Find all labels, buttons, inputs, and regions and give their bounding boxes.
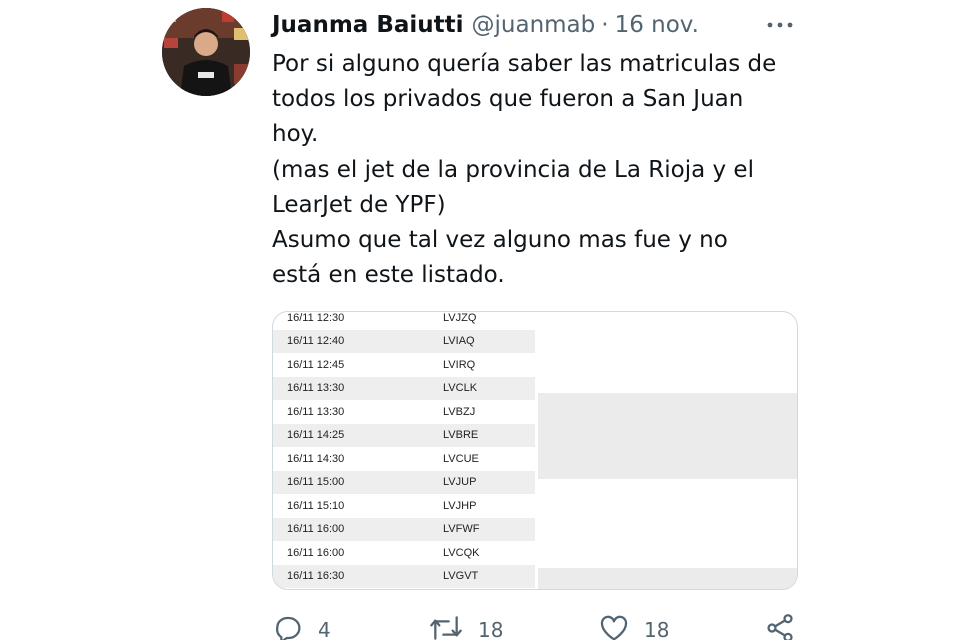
table-row: 16/11 16:00 LVFWF (273, 517, 535, 541)
row-time: 16/11 15:00 (287, 476, 345, 489)
retweet-count: 18 (478, 618, 504, 640)
tweet-media-image[interactable]: 16/11 12:30 LVJZQ 16/11 12:40 LVIAQ 16/11 12… (272, 311, 798, 590)
table-row: 16/11 16:00 LVCQK (273, 541, 535, 565)
reply-button[interactable]: 4 (272, 612, 331, 640)
row-time: 16/11 12:45 (287, 358, 345, 371)
row-plate: LVJZQ (443, 311, 477, 324)
like-count: 18 (644, 618, 670, 640)
row-plate: LVCQK (443, 546, 480, 559)
heart-icon (598, 612, 630, 640)
table-row: 16/11 15:00 LVJUP (273, 470, 535, 494)
row-plate: LVFWF (443, 523, 480, 536)
reply-icon (272, 612, 304, 640)
row-time: 16/11 16:30 (287, 570, 345, 583)
table-row: 16/11 12:30 LVJZQ (273, 311, 535, 330)
more-icon[interactable] (760, 10, 800, 40)
row-time: 16/11 12:40 (287, 335, 345, 348)
row-time: 16/11 13:30 (287, 405, 345, 418)
avatar[interactable] (162, 8, 250, 96)
tweet-actions: 4 18 18 (272, 612, 812, 640)
table-row: 16/11 16:30 LVGVT (273, 564, 535, 588)
row-plate: LVGVT (443, 570, 479, 583)
table-row: 16/11 12:40 LVIAQ (273, 329, 535, 353)
plate-table: 16/11 12:30 LVJZQ 16/11 12:40 LVIAQ 16/11 12… (273, 311, 535, 588)
separator-dot: · (601, 12, 609, 38)
tweet-text: Por si alguno quería saber las matricula… (272, 51, 777, 289)
table-row: 16/11 15:10 LVJHP (273, 494, 535, 518)
row-plate: LVCLK (443, 382, 478, 395)
tweet-header: Juanma Baiutti @juanmab · 16 nov. (272, 8, 699, 42)
share-button[interactable] (764, 612, 796, 640)
row-time: 16/11 16:00 (287, 523, 345, 536)
row-plate: LVJUP (443, 476, 477, 489)
row-time: 16/11 14:25 (287, 429, 345, 442)
table-row: 16/11 12:45 LVIRQ (273, 353, 535, 377)
share-icon (764, 612, 796, 640)
row-time: 16/11 14:30 (287, 452, 345, 465)
row-plate: LVIAQ (443, 335, 475, 348)
table-row: 16/11 13:30 LVCLK (273, 376, 535, 400)
row-time: 16/11 13:30 (287, 382, 345, 395)
row-plate: LVBRE (443, 429, 479, 442)
like-button[interactable]: 18 (598, 612, 669, 640)
row-time: 16/11 15:10 (287, 499, 345, 512)
row-plate: LVCUE (443, 452, 479, 465)
image-side-block (538, 568, 797, 589)
retweet-button[interactable]: 18 (428, 612, 503, 640)
reply-count: 4 (318, 618, 331, 640)
table-row: 16/11 14:30 LVCUE (273, 447, 535, 471)
row-time: 16/11 16:00 (287, 546, 345, 559)
row-plate: LVIRQ (443, 358, 476, 371)
table-row: 16/11 13:30 LVBZJ (273, 400, 535, 424)
author-handle[interactable]: @juanmab (472, 12, 596, 38)
row-plate: LVBZJ (443, 405, 476, 418)
row-plate: LVJHP (443, 499, 477, 512)
table-row: 16/11 14:25 LVBRE (273, 423, 535, 447)
tweet-timestamp[interactable]: 16 nov. (615, 12, 699, 38)
retweet-icon (428, 612, 464, 640)
author-name[interactable]: Juanma Baiutti (272, 12, 464, 38)
image-side-block (538, 393, 797, 479)
row-time: 16/11 12:30 (287, 311, 345, 324)
